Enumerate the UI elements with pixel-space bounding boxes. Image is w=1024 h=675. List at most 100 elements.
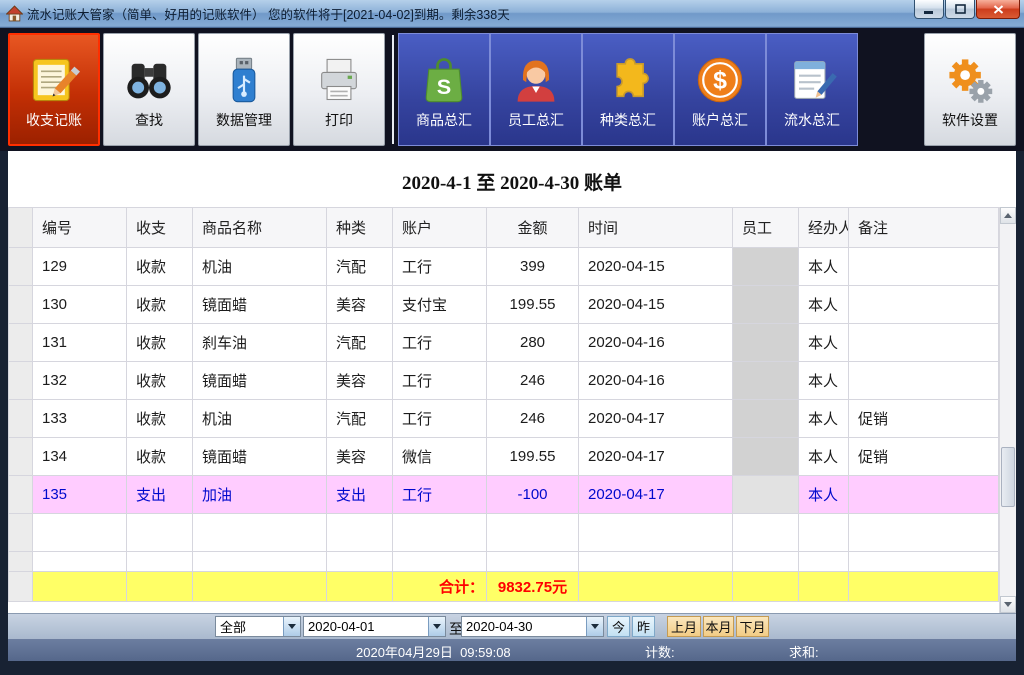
yesterday-button[interactable]: 昨	[632, 616, 655, 637]
row-gutter	[9, 362, 33, 400]
status-sum-label: 求和:	[789, 642, 819, 661]
toolbar-button-category-summary[interactable]: 种类总汇	[582, 33, 674, 146]
toolbar-button-label: 查找	[135, 112, 163, 128]
column-header-operator[interactable]: 经办人	[799, 208, 849, 248]
cell-category: 美容	[327, 362, 393, 400]
scroll-down-button[interactable]	[1000, 596, 1016, 613]
row-gutter	[9, 572, 33, 602]
toolbar-separator	[392, 35, 394, 144]
cell-time: 2020-04-15	[579, 248, 733, 286]
dollar-coin-icon: $	[694, 51, 746, 109]
table-row[interactable]: 133收款机油汽配工行2462020-04-17本人促销	[9, 400, 999, 438]
date-from-dropdown[interactable]: 2020-04-01	[303, 616, 446, 637]
scroll-up-button[interactable]	[1000, 207, 1016, 224]
transactions-body: 129收款机油汽配工行3992020-04-15本人130收款镜面蜡美容支付宝1…	[9, 248, 999, 572]
toolbar-button-label: 种类总汇	[600, 112, 656, 128]
close-button[interactable]	[976, 0, 1020, 19]
table-area: 2020-4-1 至 2020-4-30 账单 编号收支商品名称种类账户金额时间…	[8, 151, 1016, 613]
cell-account: 工行	[393, 248, 487, 286]
notepad-pencil-icon	[28, 51, 80, 109]
minimize-button[interactable]	[914, 0, 944, 19]
cell-id: 131	[33, 324, 127, 362]
cell-inout: 收款	[127, 362, 193, 400]
app-window: 流水记账大管家（简单、好用的记账软件） 您的软件将于[2021-04-02]到期…	[0, 0, 1024, 675]
toolbar-button-label: 打印	[325, 112, 353, 128]
chevron-down-icon[interactable]	[586, 617, 603, 636]
toolbar-button-settings[interactable]: 软件设置	[924, 33, 1016, 146]
cell-amount: 199.55	[487, 286, 579, 324]
maximize-button[interactable]	[945, 0, 975, 19]
toolbar-button-employee-summary[interactable]: 员工总汇	[490, 33, 582, 146]
column-header-category[interactable]: 种类	[327, 208, 393, 248]
row-gutter	[9, 324, 33, 362]
cell-amount: 280	[487, 324, 579, 362]
toolbar-button-product-summary[interactable]: S 商品总汇	[398, 33, 490, 146]
row-gutter	[9, 438, 33, 476]
maximize-icon	[955, 4, 966, 14]
column-header-product[interactable]: 商品名称	[193, 208, 327, 248]
cell-note	[849, 476, 999, 514]
cell-category: 汽配	[327, 400, 393, 438]
column-header-amount[interactable]: 金额	[487, 208, 579, 248]
toolbar-button-account-summary[interactable]: $ 账户总汇	[674, 33, 766, 146]
table-row[interactable]: 130收款镜面蜡美容支付宝199.552020-04-15本人	[9, 286, 999, 324]
cell-operator: 本人	[799, 324, 849, 362]
cell-employee	[733, 248, 799, 286]
cell-product: 加油	[193, 476, 327, 514]
cell-category: 美容	[327, 286, 393, 324]
column-header-employee[interactable]: 员工	[733, 208, 799, 248]
prev-month-button[interactable]: 上月	[667, 616, 701, 637]
cell-note	[849, 248, 999, 286]
today-button[interactable]: 今	[607, 616, 630, 637]
cell-inout: 收款	[127, 438, 193, 476]
cell-employee	[733, 476, 799, 514]
table-row[interactable]: 134收款镜面蜡美容微信199.552020-04-17本人促销	[9, 438, 999, 476]
toolbar-button-data-management[interactable]: 数据管理	[198, 33, 290, 146]
cell-amount: 246	[487, 362, 579, 400]
svg-text:$: $	[713, 67, 727, 95]
toolbar-button-flow-summary[interactable]: 流水总汇	[766, 33, 858, 146]
toolbar-button-label: 员工总汇	[508, 112, 564, 128]
table-row[interactable]: 129收款机油汽配工行3992020-04-15本人	[9, 248, 999, 286]
toolbar-button-income-expense[interactable]: 收支记账	[8, 33, 100, 146]
cell-account: 微信	[393, 438, 487, 476]
this-month-button[interactable]: 本月	[703, 616, 734, 637]
cell-operator: 本人	[799, 286, 849, 324]
home-app-icon	[6, 5, 23, 22]
cell-account: 工行	[393, 362, 487, 400]
cell-note	[849, 286, 999, 324]
toolbar-button-print[interactable]: 打印	[293, 33, 385, 146]
type-filter-dropdown[interactable]: 全部	[215, 616, 301, 637]
cell-id: 132	[33, 362, 127, 400]
cell-note: 促销	[849, 438, 999, 476]
cell-operator: 本人	[799, 248, 849, 286]
column-header-inout[interactable]: 收支	[127, 208, 193, 248]
column-header-note[interactable]: 备注	[849, 208, 999, 248]
vertical-scrollbar[interactable]	[999, 207, 1016, 613]
cell-id: 129	[33, 248, 127, 286]
chevron-down-icon[interactable]	[428, 617, 445, 636]
cell-note	[849, 324, 999, 362]
column-header-id[interactable]: 编号	[33, 208, 127, 248]
date-to-dropdown[interactable]: 2020-04-30	[461, 616, 604, 637]
table-row[interactable]: 131收款刹车油汽配工行2802020-04-16本人	[9, 324, 999, 362]
cell-id: 130	[33, 286, 127, 324]
column-header-account[interactable]: 账户	[393, 208, 487, 248]
table-row[interactable]: 132收款镜面蜡美容工行2462020-04-16本人	[9, 362, 999, 400]
scrollbar-thumb[interactable]	[1001, 447, 1015, 507]
column-header-time[interactable]: 时间	[579, 208, 733, 248]
toolbar-button-label: 账户总汇	[692, 112, 748, 128]
row-gutter	[9, 514, 33, 552]
toolbar-button-search[interactable]: 查找	[103, 33, 195, 146]
toolbar-button-label: 软件设置	[942, 112, 998, 128]
cell-employee	[733, 400, 799, 438]
next-month-button[interactable]: 下月	[736, 616, 769, 637]
cell-amount: 199.55	[487, 438, 579, 476]
cell-product: 镜面蜡	[193, 438, 327, 476]
row-gutter	[9, 552, 33, 572]
cell-note: 促销	[849, 400, 999, 438]
row-gutter-header	[9, 208, 33, 248]
table-row[interactable]: 135支出加油支出工行-1002020-04-17本人	[9, 476, 999, 514]
chevron-down-icon[interactable]	[283, 617, 300, 636]
scrollbar-track[interactable]	[1000, 224, 1016, 596]
